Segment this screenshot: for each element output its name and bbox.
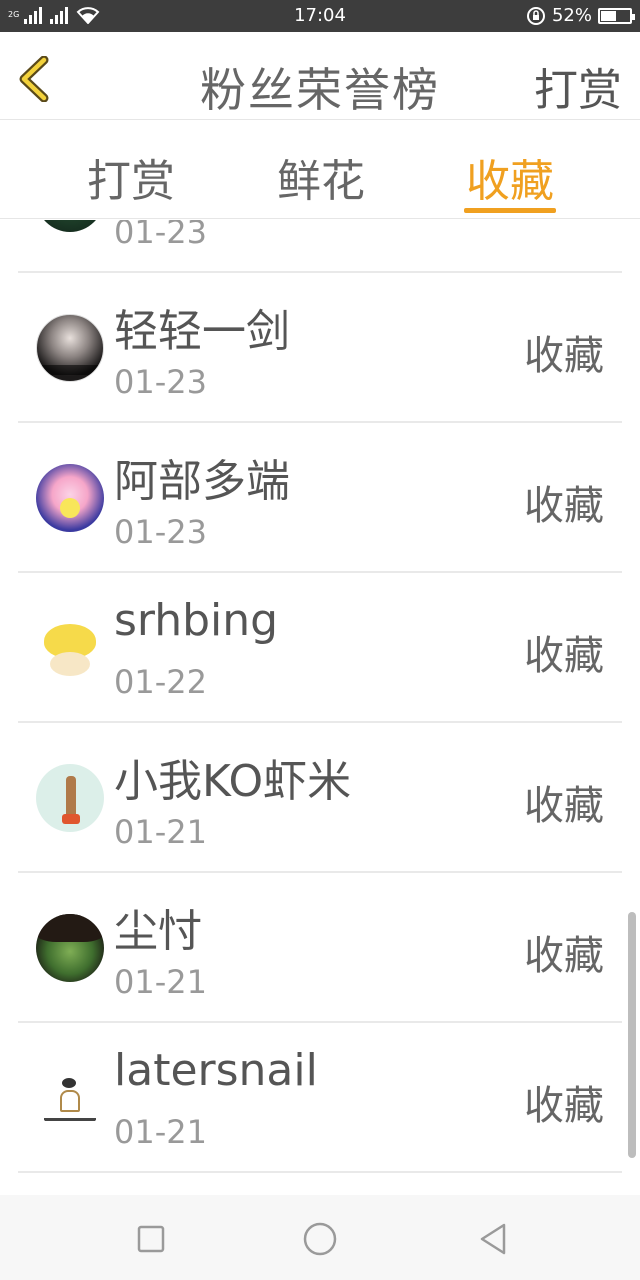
date-label: 01-21: [114, 1113, 207, 1151]
list-item[interactable]: 轻轻一剑 01-23 收藏: [18, 273, 622, 423]
user-name: 尘忖: [114, 906, 202, 957]
favorite-label: 收藏: [524, 1083, 604, 1129]
user-name: 轻轻一剑: [114, 306, 290, 357]
active-tab-indicator: [464, 208, 556, 213]
favorite-label: 收藏: [524, 783, 604, 829]
list-item[interactable]: 阿部多端 01-23 收藏: [18, 423, 622, 573]
fan-list: 01-23 轻轻一剑 01-23 收藏 阿部多端 01-23 收藏 srhbin…: [18, 220, 622, 1195]
avatar: [36, 914, 104, 982]
favorite-label: 收藏: [524, 633, 604, 679]
status-right: 52%: [526, 5, 635, 26]
avatar: [36, 464, 104, 532]
avatar: [36, 1064, 104, 1132]
tab-flowers[interactable]: 鲜花: [261, 145, 381, 209]
avatar: [36, 220, 104, 232]
status-bar: 2G 17:04 52%: [0, 0, 640, 32]
battery-icon: [598, 7, 635, 24]
list-item[interactable]: 尘忖 01-21 收藏: [18, 873, 622, 1023]
avatar: [36, 614, 104, 682]
favorite-label: 收藏: [524, 483, 604, 529]
tab-reward[interactable]: 打赏: [71, 145, 191, 209]
back-nav-icon[interactable]: [472, 1219, 512, 1259]
home-icon[interactable]: [300, 1219, 340, 1259]
recent-apps-icon[interactable]: [131, 1219, 171, 1259]
rotation-lock-icon: [526, 6, 545, 25]
date-label: 01-23: [114, 513, 207, 551]
list-item[interactable]: srhbing 01-22 收藏: [18, 573, 622, 723]
system-nav-bar: [0, 1195, 640, 1280]
app-header: 粉丝荣誉榜 打赏: [0, 32, 640, 120]
date-label: 01-23: [114, 220, 207, 251]
tab-favorites[interactable]: 收藏: [450, 145, 570, 209]
battery-percent: 52%: [551, 5, 592, 26]
avatar: [36, 764, 104, 832]
user-name: srhbing: [114, 595, 279, 646]
user-name: 阿部多端: [114, 456, 290, 507]
user-name: latersnail: [114, 1045, 318, 1096]
tab-bar: 打赏 鲜花 收藏: [0, 121, 640, 219]
reward-button[interactable]: 打赏: [534, 54, 622, 118]
list-item[interactable]: latersnail 01-21 收藏: [18, 1023, 622, 1173]
list-item[interactable]: 01-23: [18, 220, 622, 273]
scrollbar[interactable]: [628, 912, 636, 1158]
avatar: [36, 314, 104, 382]
user-name: 小我KO虾米: [114, 756, 352, 807]
date-label: 01-21: [114, 813, 207, 851]
favorite-label: 收藏: [524, 333, 604, 379]
date-label: 01-22: [114, 663, 207, 701]
date-label: 01-21: [114, 963, 207, 1001]
list-item[interactable]: 小我KO虾米 01-21 收藏: [18, 723, 622, 873]
date-label: 01-23: [114, 363, 207, 401]
favorite-label: 收藏: [524, 933, 604, 979]
